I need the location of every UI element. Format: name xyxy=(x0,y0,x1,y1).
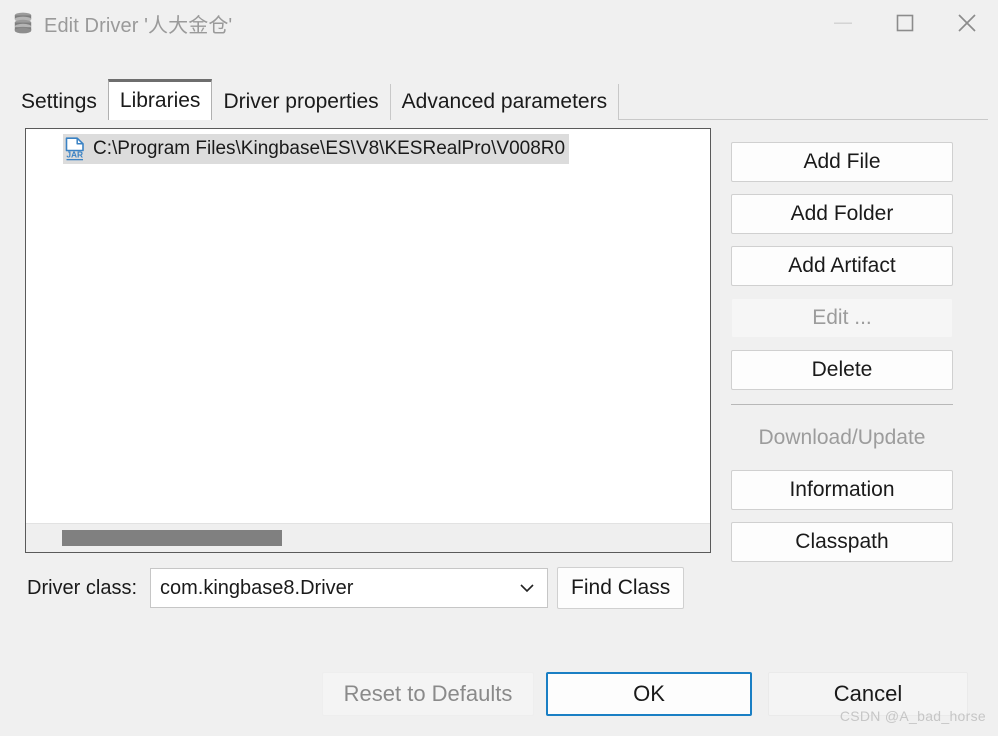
information-button[interactable]: Information xyxy=(731,470,953,510)
chevron-down-icon[interactable] xyxy=(519,583,535,593)
button-label: Download/Update xyxy=(758,426,926,449)
button-label: Reset to Defaults xyxy=(343,681,513,706)
reset-to-defaults-button: Reset to Defaults xyxy=(322,672,534,716)
button-label: Edit ... xyxy=(812,306,872,329)
classpath-button[interactable]: Classpath xyxy=(731,522,953,562)
button-label: Find Class xyxy=(571,576,671,599)
driver-class-value: com.kingbase8.Driver xyxy=(160,576,354,599)
libraries-list[interactable]: JAR C:\Program Files\Kingbase\ES\V8\KESR… xyxy=(25,128,711,553)
list-item[interactable]: JAR C:\Program Files\Kingbase\ES\V8\KESR… xyxy=(63,134,570,164)
library-actions-panel: Add File Add Folder Add Artifact Edit ..… xyxy=(731,142,953,562)
tab-settings[interactable]: Settings xyxy=(10,84,109,120)
edit-button: Edit ... xyxy=(731,298,953,338)
tab-label: Advanced parameters xyxy=(401,90,608,113)
window-controls xyxy=(812,0,998,46)
button-label: Cancel xyxy=(833,681,903,706)
button-label: Classpath xyxy=(795,530,889,553)
minimize-button[interactable] xyxy=(812,0,874,46)
window-title-bar: Edit Driver '人大金仓' xyxy=(0,0,998,46)
svg-text:JAR: JAR xyxy=(66,150,83,160)
button-label: Add Artifact xyxy=(788,254,896,277)
window-title: Edit Driver '人大金仓' xyxy=(44,14,233,37)
tab-strip: Settings Libraries Driver properties Adv… xyxy=(10,79,988,121)
tab-label: Settings xyxy=(21,90,97,113)
tab-driver-properties[interactable]: Driver properties xyxy=(211,84,391,120)
horizontal-scrollbar-thumb[interactable] xyxy=(62,530,282,546)
add-folder-button[interactable]: Add Folder xyxy=(731,194,953,234)
driver-class-combobox[interactable]: com.kingbase8.Driver xyxy=(150,568,549,608)
database-icon xyxy=(12,11,34,35)
button-group-divider xyxy=(731,404,953,405)
list-item-path: C:\Program Files\Kingbase\ES\V8\KESRealP… xyxy=(93,138,566,159)
tab-libraries[interactable]: Libraries xyxy=(107,79,213,120)
driver-class-row: Driver class: com.kingbase8.Driver Find … xyxy=(27,567,685,609)
tab-label: Driver properties xyxy=(223,90,379,113)
add-file-button[interactable]: Add File xyxy=(731,142,953,182)
download-update-button: Download/Update xyxy=(731,418,953,458)
horizontal-scrollbar[interactable] xyxy=(26,523,710,552)
button-label: OK xyxy=(633,681,665,706)
button-label: Delete xyxy=(811,358,873,381)
add-artifact-button[interactable]: Add Artifact xyxy=(731,246,953,286)
find-class-button[interactable]: Find Class xyxy=(557,567,685,609)
watermark: CSDN @A_bad_horse xyxy=(839,708,986,724)
tabs-row: Settings Libraries Driver properties Adv… xyxy=(10,79,620,120)
tab-advanced-parameters[interactable]: Advanced parameters xyxy=(389,84,620,120)
close-button[interactable] xyxy=(936,0,998,46)
ok-button[interactable]: OK xyxy=(546,672,752,716)
driver-class-label: Driver class: xyxy=(27,576,138,599)
maximize-button[interactable] xyxy=(874,0,936,46)
jar-file-icon: JAR xyxy=(63,136,87,162)
button-label: Information xyxy=(789,478,895,501)
button-label: Add File xyxy=(803,150,881,173)
tab-label: Libraries xyxy=(119,89,201,112)
delete-button[interactable]: Delete xyxy=(731,350,953,390)
button-label: Add Folder xyxy=(790,202,894,225)
